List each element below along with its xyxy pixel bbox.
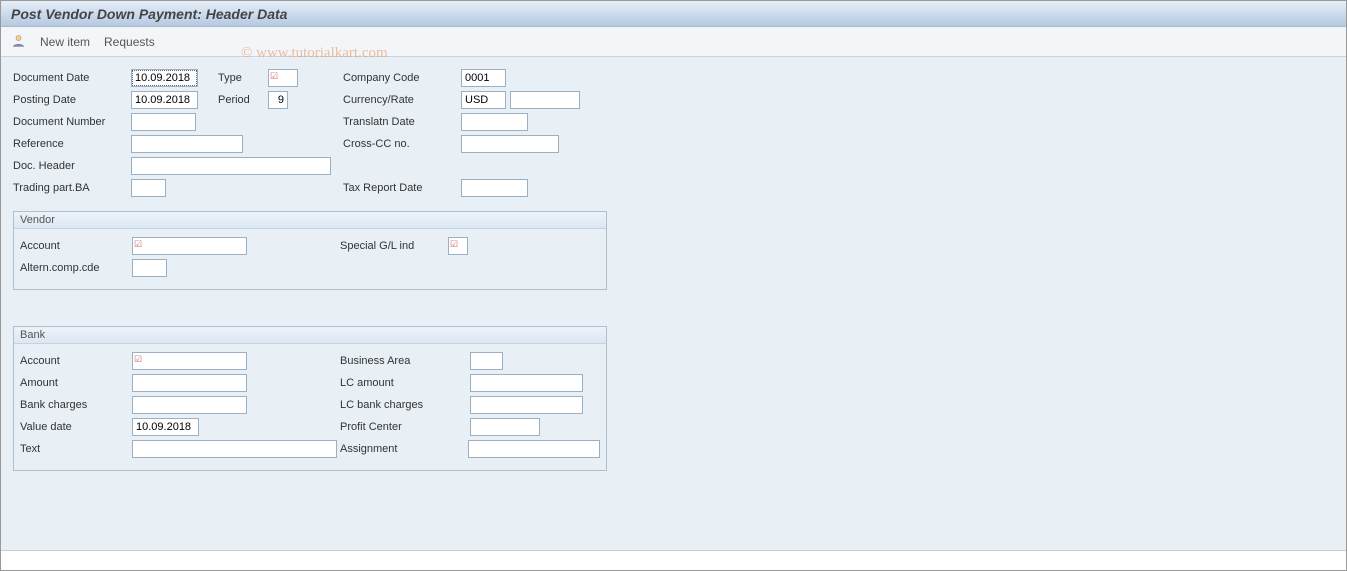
rate-input[interactable] [510, 91, 580, 109]
assignment-input[interactable] [468, 440, 600, 458]
posting-date-input[interactable] [131, 91, 198, 109]
document-number-label: Document Number [13, 116, 131, 128]
profit-center-label: Profit Center [340, 421, 470, 433]
special-gl-input[interactable] [448, 237, 468, 255]
lc-bank-charges-input[interactable] [470, 396, 583, 414]
value-date-input[interactable] [132, 418, 199, 436]
doc-header-input[interactable] [131, 157, 331, 175]
document-date-input[interactable] [131, 69, 198, 87]
vendor-account-label: Account [20, 240, 132, 252]
translatn-date-input[interactable] [461, 113, 528, 131]
cross-cc-label: Cross-CC no. [343, 138, 461, 150]
amount-input[interactable] [132, 374, 247, 392]
trading-part-label: Trading part.BA [13, 182, 131, 194]
reference-label: Reference [13, 138, 131, 150]
document-number-input[interactable] [131, 113, 196, 131]
special-gl-label: Special G/L ind [340, 240, 448, 252]
company-code-input[interactable] [461, 69, 506, 87]
bank-charges-label: Bank charges [20, 399, 132, 411]
reference-input[interactable] [131, 135, 243, 153]
vendor-group-title: Vendor [14, 212, 606, 229]
lc-bank-charges-label: LC bank charges [340, 399, 470, 411]
toolbar: New item Requests [1, 27, 1346, 57]
tax-report-input[interactable] [461, 179, 528, 197]
type-label: Type [218, 72, 268, 84]
vendor-account-input[interactable] [132, 237, 247, 255]
company-code-label: Company Code [343, 72, 461, 84]
currency-input[interactable] [461, 91, 506, 109]
vendor-groupbox: Vendor Account ☑ Special G/L ind ☑ Alter… [13, 211, 607, 290]
altern-comp-label: Altern.comp.cde [20, 262, 132, 274]
document-date-label: Document Date [13, 72, 131, 84]
text-label: Text [20, 443, 132, 455]
bank-account-label: Account [20, 355, 132, 367]
profit-center-input[interactable] [470, 418, 540, 436]
bank-groupbox: Bank Account ☑ Business Area Amount LC [13, 326, 607, 471]
value-date-label: Value date [20, 421, 132, 433]
footer-bar [1, 550, 1346, 570]
window-titlebar: Post Vendor Down Payment: Header Data [1, 1, 1346, 27]
lc-amount-label: LC amount [340, 377, 470, 389]
requests-button[interactable]: Requests [104, 35, 155, 49]
period-input[interactable] [268, 91, 288, 109]
lc-amount-input[interactable] [470, 374, 583, 392]
posting-date-label: Posting Date [13, 94, 131, 106]
cross-cc-input[interactable] [461, 135, 559, 153]
text-input[interactable] [132, 440, 337, 458]
assignment-label: Assignment [340, 443, 468, 455]
page-title: Post Vendor Down Payment: Header Data [11, 6, 287, 22]
new-item-button[interactable]: New item [40, 35, 90, 49]
business-area-input[interactable] [470, 352, 503, 370]
altern-comp-input[interactable] [132, 259, 167, 277]
doc-header-label: Doc. Header [13, 160, 131, 172]
type-input[interactable] [268, 69, 298, 87]
bank-account-input[interactable] [132, 352, 247, 370]
business-area-label: Business Area [340, 355, 470, 367]
translatn-date-label: Translatn Date [343, 116, 461, 128]
bank-group-title: Bank [14, 327, 606, 344]
bank-charges-input[interactable] [132, 396, 247, 414]
trading-part-input[interactable] [131, 179, 166, 197]
period-label: Period [218, 94, 268, 106]
amount-label: Amount [20, 377, 132, 389]
tax-report-label: Tax Report Date [343, 182, 461, 194]
user-icon[interactable] [11, 33, 26, 51]
currency-label: Currency/Rate [343, 94, 461, 106]
content-area: Document Date Type ☑ Posting Date Period… [1, 57, 1346, 550]
